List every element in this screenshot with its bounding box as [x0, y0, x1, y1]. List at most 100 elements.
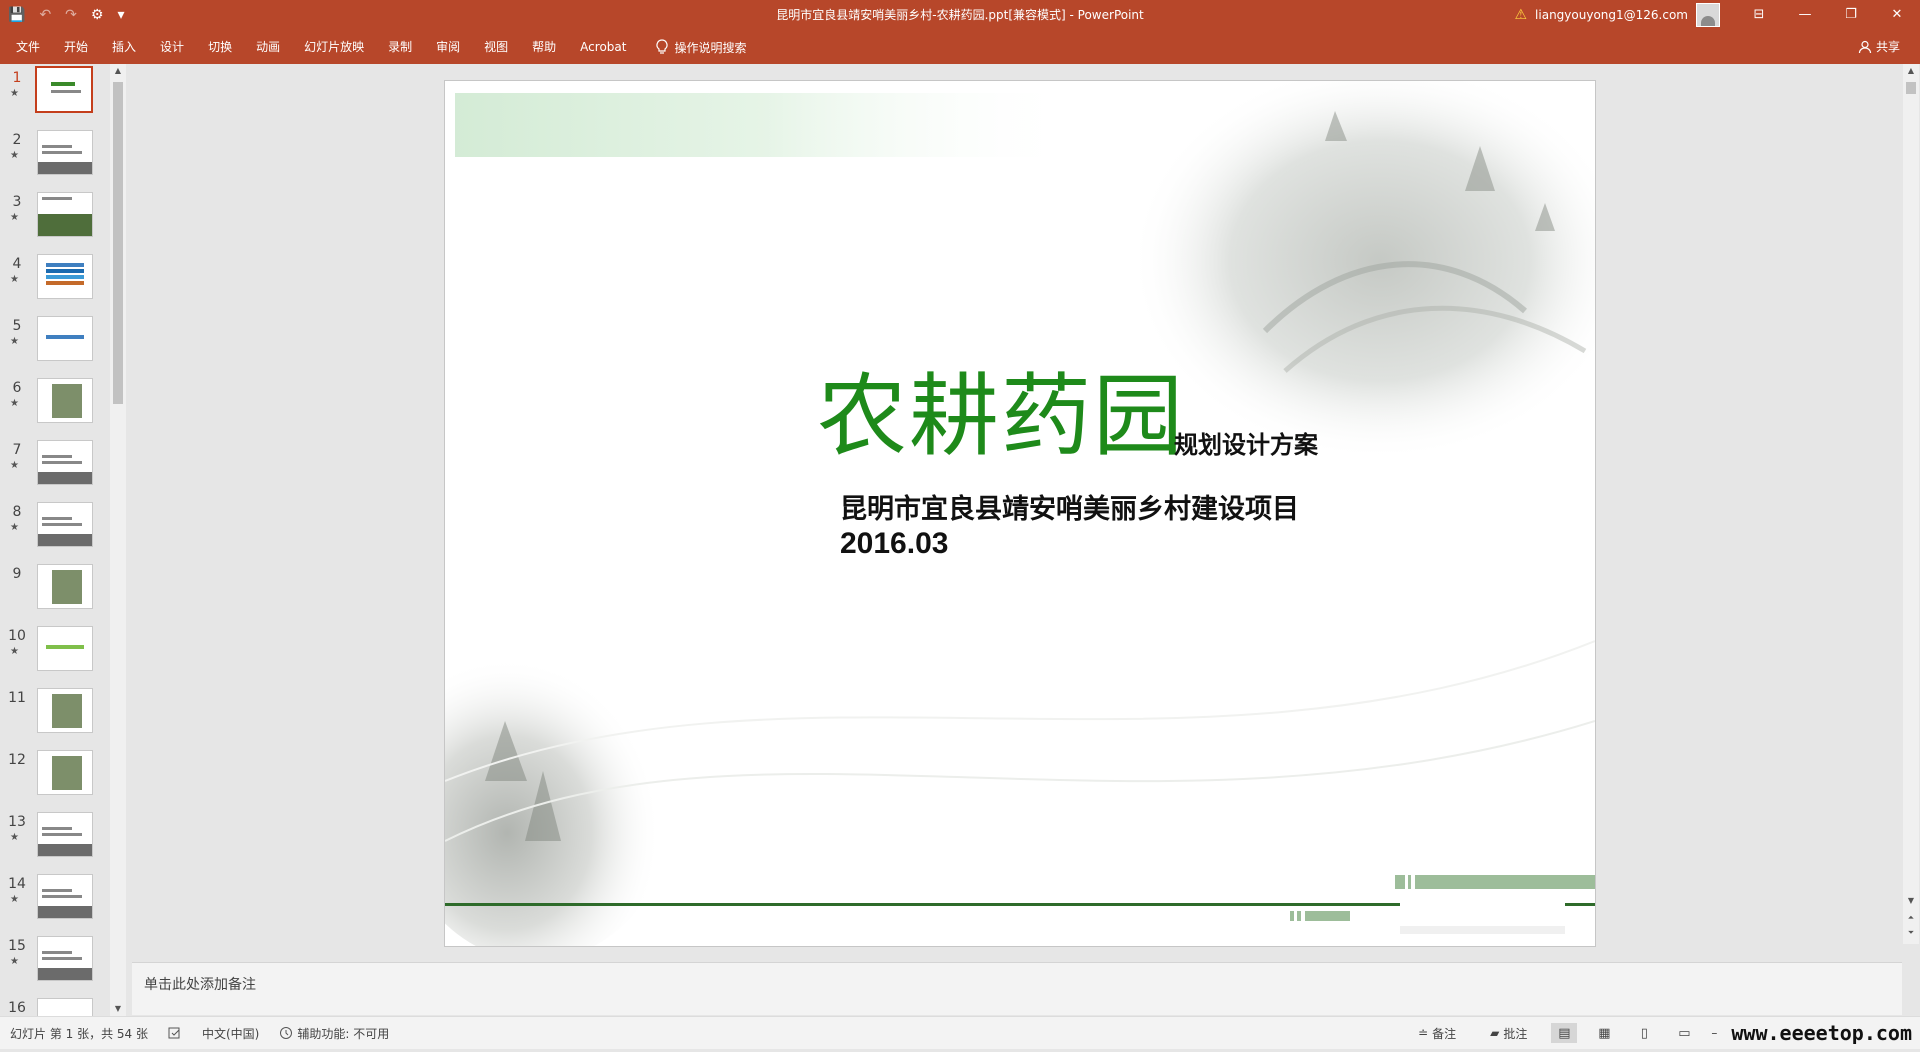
slide-thumbnail[interactable]: 15 ★	[0, 934, 110, 990]
notes-button-label: 备注	[1432, 1026, 1457, 1041]
present-from-start-icon[interactable]: ⚙	[91, 7, 104, 23]
slide-thumbnail[interactable]: 9	[0, 562, 110, 618]
undo-icon[interactable]: ↶	[39, 7, 51, 23]
tab-insert[interactable]: 插入	[100, 30, 148, 64]
thumbnail-image[interactable]	[37, 874, 93, 919]
reading-view-icon: ▯	[1640, 1025, 1648, 1041]
slide-thumbnail[interactable]: 5 ★	[0, 314, 110, 370]
accessibility-status[interactable]: 辅助功能: 不可用	[269, 1025, 399, 1042]
slide-thumbnail[interactable]: 4 ★	[0, 252, 110, 308]
thumbnail-image[interactable]	[37, 254, 93, 299]
thumbnail-image[interactable]	[37, 192, 93, 237]
tab-home[interactable]: 开始	[52, 30, 100, 64]
animation-star-icon: ★	[10, 646, 19, 657]
thumbnail-image[interactable]	[37, 564, 93, 609]
thumbnail-number: 5	[12, 318, 22, 334]
tab-record[interactable]: 录制	[376, 30, 424, 64]
thumbnail-image[interactable]	[37, 378, 93, 423]
notes-pane[interactable]: 单击此处添加备注	[132, 962, 1902, 1015]
slide-thumbnail-pane[interactable]: 1 ★ 2 ★ 3 ★ 4 ★ 5 ★ 6 ★ 7 ★ 8 ★ 9 10 ★ 11 12 13 ★ 14 ★ 15 ★ 16	[0, 64, 126, 1043]
customize-qat-icon[interactable]: ▾	[117, 7, 124, 23]
ribbon-display-options-icon[interactable]: ⊟	[1736, 0, 1782, 30]
thumbnail-image[interactable]	[35, 66, 93, 113]
language-indicator[interactable]: 中文(中国)	[192, 1025, 269, 1042]
reading-view-button[interactable]: ▯	[1631, 1023, 1657, 1043]
thumbnail-number: 9	[12, 566, 22, 582]
share-button[interactable]: 共享	[1858, 30, 1900, 64]
slide-thumbnail[interactable]: 3 ★	[0, 190, 110, 246]
tab-help[interactable]: 帮助	[520, 30, 568, 64]
tell-me-search[interactable]: 操作说明搜索	[638, 39, 746, 56]
thumbnail-image[interactable]	[37, 130, 93, 175]
thumbnail-image[interactable]	[37, 812, 93, 857]
thumbnail-image[interactable]	[37, 502, 93, 547]
animation-star-icon: ★	[10, 398, 19, 409]
thumbnail-number: 4	[12, 256, 22, 272]
scroll-thumb[interactable]	[1906, 82, 1916, 94]
bottom-green-line	[445, 903, 1400, 906]
scroll-up-arrow[interactable]: ▲	[110, 64, 126, 78]
thumbnail-image[interactable]	[37, 936, 93, 981]
slide-project-name[interactable]: 昆明市宜良县靖安哨美丽乡村建设项目	[840, 487, 1299, 526]
tab-view[interactable]: 视图	[472, 30, 520, 64]
notes-placeholder[interactable]: 单击此处添加备注	[144, 974, 256, 994]
thumbnail-image[interactable]	[37, 316, 93, 361]
tab-transitions[interactable]: 切换	[196, 30, 244, 64]
slide-thumbnail[interactable]: 2 ★	[0, 128, 110, 184]
notes-toggle-button[interactable]: ≐ 备注	[1408, 1025, 1466, 1042]
close-button[interactable]: ✕	[1874, 0, 1920, 30]
slide-subtitle[interactable]: 规划设计方案	[1174, 425, 1318, 460]
redo-icon[interactable]: ↷	[65, 7, 77, 23]
slide-thumbnail[interactable]: 14 ★	[0, 872, 110, 928]
account-area[interactable]: ⚠ liangyouyong1@126.com	[1514, 0, 1720, 30]
current-slide[interactable]: 农耕药园 规划设计方案 昆明市宜良县靖安哨美丽乡村建设项目 2016.03	[444, 80, 1596, 947]
tab-file[interactable]: 文件	[0, 30, 52, 64]
minimize-button[interactable]: —	[1782, 0, 1828, 30]
slide-thumbnail[interactable]: 11	[0, 686, 110, 742]
avatar[interactable]	[1696, 3, 1720, 27]
tab-review[interactable]: 审阅	[424, 30, 472, 64]
normal-view-button[interactable]: ▤	[1551, 1023, 1578, 1043]
slide-thumbnail[interactable]: 12	[0, 748, 110, 804]
tab-acrobat[interactable]: Acrobat	[568, 30, 638, 64]
account-email[interactable]: liangyouyong1@126.com	[1535, 8, 1688, 22]
share-label: 共享	[1875, 40, 1900, 54]
quick-access-toolbar: 💾 ↶ ↷ ⚙ ▾	[8, 0, 125, 30]
restore-button[interactable]: ❐	[1828, 0, 1874, 30]
thumbnail-image[interactable]	[37, 626, 93, 671]
next-slide-arrow[interactable]: ⏷	[1903, 926, 1919, 940]
slide-thumbnail[interactable]: 8 ★	[0, 500, 110, 556]
thumbnail-number: 16	[8, 1000, 26, 1016]
scroll-up-arrow[interactable]: ▲	[1903, 64, 1919, 78]
animation-star-icon: ★	[10, 274, 19, 285]
slide-thumbnail[interactable]: 6 ★	[0, 376, 110, 432]
slide-date[interactable]: 2016.03	[840, 527, 948, 561]
previous-slide-arrow[interactable]: ⏶	[1903, 911, 1919, 925]
slide-thumbnail[interactable]: 10 ★	[0, 624, 110, 680]
slide-thumbnail[interactable]: 7 ★	[0, 438, 110, 494]
animation-star-icon: ★	[10, 460, 19, 471]
thumbnail-image[interactable]	[37, 750, 93, 795]
editor-scrollbar[interactable]: ▲ ▼ ⏶ ⏷	[1903, 64, 1919, 944]
slide-thumbnail[interactable]: 1 ★	[0, 66, 110, 122]
slideshow-button[interactable]: ▭	[1671, 1023, 1697, 1043]
comments-toggle-button[interactable]: ▰ 批注	[1480, 1025, 1537, 1042]
slide-title[interactable]: 农耕药园	[817, 367, 1185, 467]
slide-thumbnail[interactable]: 13 ★	[0, 810, 110, 866]
thumbnail-image[interactable]	[37, 440, 93, 485]
thumbnail-scrollbar[interactable]: ▲ ▼	[110, 64, 126, 1016]
spelling-status-icon[interactable]	[158, 1026, 192, 1040]
tab-design[interactable]: 设计	[148, 30, 196, 64]
scroll-down-arrow[interactable]: ▼	[110, 1002, 126, 1016]
scroll-thumb[interactable]	[113, 82, 123, 404]
scroll-down-arrow[interactable]: ▼	[1903, 894, 1919, 908]
tab-slideshow[interactable]: 幻灯片放映	[292, 30, 376, 64]
thumbnail-image[interactable]	[37, 688, 93, 733]
green-block-bar	[1415, 875, 1595, 889]
comments-button-label: 批注	[1503, 1026, 1528, 1041]
save-icon[interactable]: 💾	[8, 7, 25, 23]
zoom-out-button[interactable]: –	[1711, 1026, 1717, 1040]
thumbnail-number: 2	[12, 132, 22, 148]
tab-animations[interactable]: 动画	[244, 30, 292, 64]
slide-sorter-button[interactable]: ▦	[1591, 1023, 1617, 1043]
